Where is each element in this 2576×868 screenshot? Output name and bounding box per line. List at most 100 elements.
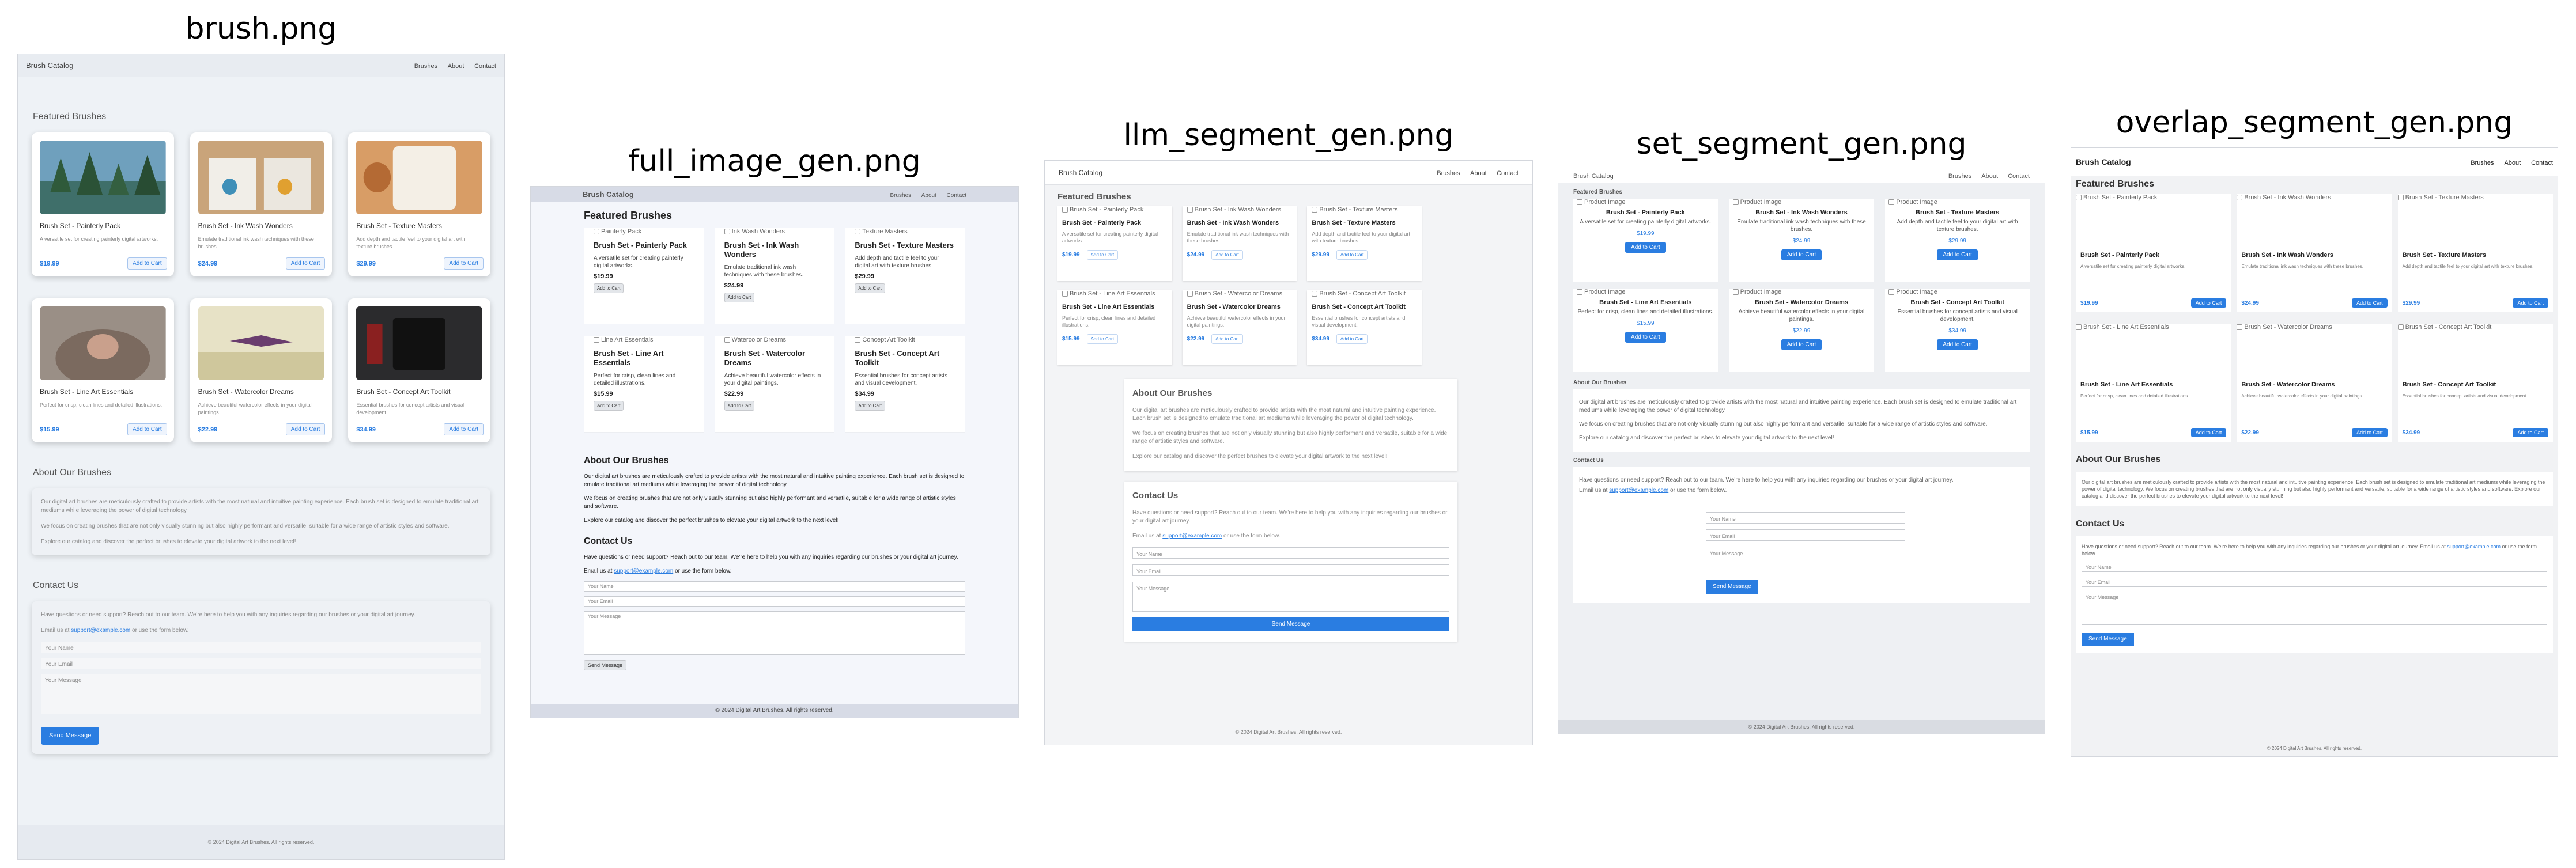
nav-brushes[interactable]: Brushes bbox=[2471, 160, 2494, 166]
add-to-cart-button[interactable]: Add to Cart bbox=[1937, 249, 1978, 260]
message-textarea[interactable]: Your Message bbox=[41, 674, 481, 714]
product-price: $29.99 bbox=[2402, 300, 2420, 306]
message-textarea[interactable]: Your Message bbox=[584, 611, 965, 655]
email-input[interactable]: Your Email bbox=[584, 596, 965, 607]
add-to-cart-button[interactable]: Add to Cart bbox=[2513, 428, 2548, 437]
name-input[interactable]: Your Name bbox=[1132, 547, 1449, 559]
nav-contact[interactable]: Contact bbox=[2531, 160, 2553, 166]
nav-contact[interactable]: Contact bbox=[947, 192, 966, 199]
contact-email-line: Email us at support@example.com or use t… bbox=[584, 568, 732, 574]
add-to-cart-button[interactable]: Add to Cart bbox=[1937, 339, 1978, 350]
nav-about[interactable]: About bbox=[921, 192, 936, 199]
add-to-cart-button[interactable]: Add to Cart bbox=[1086, 334, 1119, 344]
brand-logo[interactable]: Brush Catalog bbox=[2076, 157, 2131, 166]
add-to-cart-button[interactable]: Add to Cart bbox=[285, 257, 326, 270]
product-price: $22.99 bbox=[198, 426, 218, 433]
add-to-cart-button[interactable]: Add to Cart bbox=[1336, 334, 1368, 344]
email-input[interactable]: Your Email bbox=[2082, 577, 2547, 587]
product-price: $34.99 bbox=[356, 426, 376, 433]
product-desc: A versatile set for creating painterly d… bbox=[594, 255, 683, 269]
product-price: $19.99 bbox=[594, 273, 613, 280]
nav-about[interactable]: About bbox=[2504, 160, 2521, 166]
nav-contact[interactable]: Contact bbox=[1497, 170, 1519, 177]
add-to-cart-button[interactable]: Add to Cart bbox=[724, 401, 755, 411]
send-message-button[interactable]: Send Message bbox=[41, 727, 100, 745]
name-input[interactable]: Your Name bbox=[1706, 512, 1905, 524]
nav-about[interactable]: About bbox=[1981, 173, 1998, 180]
email-link[interactable]: support@example.com bbox=[71, 627, 130, 634]
add-to-cart-button[interactable]: Add to Cart bbox=[1625, 242, 1666, 253]
product-card: Product Image Brush Set - Line Art Essent… bbox=[1573, 289, 1718, 372]
nav-brushes[interactable]: Brushes bbox=[1437, 170, 1460, 177]
add-to-cart-button[interactable]: Add to Cart bbox=[594, 283, 624, 293]
message-textarea[interactable]: Your Message bbox=[2082, 592, 2547, 625]
send-message-button[interactable]: Send Message bbox=[1706, 580, 1758, 594]
brand-logo[interactable]: Brush Catalog bbox=[1573, 173, 1614, 180]
add-to-cart-button[interactable]: Add to Cart bbox=[2352, 428, 2388, 437]
send-message-button[interactable]: Send Message bbox=[2082, 633, 2134, 646]
name-input[interactable]: Your Name bbox=[584, 581, 965, 592]
add-to-cart-button[interactable]: Add to Cart bbox=[1781, 249, 1822, 260]
send-message-button[interactable]: Send Message bbox=[584, 660, 627, 670]
product-name: Brush Set - Painterly Pack bbox=[594, 241, 687, 249]
product-grid: Brush Set - Painterly Pack A versatile s… bbox=[18, 132, 504, 442]
nav-brushes[interactable]: Brushes bbox=[414, 63, 437, 70]
product-name: Brush Set - Watercolor Dreams bbox=[724, 349, 806, 367]
email-link[interactable]: support@example.com bbox=[1162, 533, 1222, 539]
brand-logo[interactable]: Brush Catalog bbox=[1059, 169, 1102, 177]
product-desc: A versatile set for creating painterly d… bbox=[40, 236, 158, 242]
add-to-cart-button[interactable]: Add to Cart bbox=[2352, 298, 2388, 308]
broken-image-icon: Brush Set - Ink Wash Wonders bbox=[1187, 206, 1293, 213]
add-to-cart-button[interactable]: Add to Cart bbox=[444, 423, 484, 435]
product-name: Brush Set - Watercolor Dreams bbox=[198, 388, 294, 396]
add-to-cart-button[interactable]: Add to Cart bbox=[127, 423, 167, 435]
product-price: $19.99 bbox=[40, 260, 59, 267]
brand-logo[interactable]: Brush Catalog bbox=[26, 61, 73, 70]
product-name: Brush Set - Watercolor Dreams bbox=[1187, 304, 1281, 310]
email-link[interactable]: support@example.com bbox=[614, 568, 673, 574]
add-to-cart-button[interactable]: Add to Cart bbox=[1211, 250, 1243, 260]
add-to-cart-button[interactable]: Add to Cart bbox=[724, 293, 755, 302]
name-input[interactable]: Your Name bbox=[41, 642, 481, 653]
send-message-button[interactable]: Send Message bbox=[1132, 617, 1449, 631]
nav-brushes[interactable]: Brushes bbox=[1948, 173, 1971, 180]
add-to-cart-button[interactable]: Add to Cart bbox=[855, 401, 885, 411]
add-to-cart-button[interactable]: Add to Cart bbox=[285, 423, 326, 435]
product-image-cat bbox=[40, 306, 166, 387]
name-input[interactable]: Your Name bbox=[2082, 562, 2547, 572]
product-price: $34.99 bbox=[2402, 430, 2420, 436]
nav-contact[interactable]: Contact bbox=[474, 63, 496, 70]
nav-about[interactable]: About bbox=[1470, 170, 1487, 177]
message-textarea[interactable]: Your Message bbox=[1706, 547, 1905, 574]
broken-image-icon: Product Image bbox=[1577, 289, 1714, 295]
add-to-cart-button[interactable]: Add to Cart bbox=[1336, 250, 1368, 260]
add-to-cart-button[interactable]: Add to Cart bbox=[2190, 298, 2227, 308]
nav-contact[interactable]: Contact bbox=[2008, 173, 2030, 180]
nav-about[interactable]: About bbox=[448, 63, 464, 70]
add-to-cart-button[interactable]: Add to Cart bbox=[1086, 250, 1119, 260]
navbar: Brush Catalog Brushes About Contact bbox=[1045, 161, 1532, 185]
product-desc: Perfect for crisp, clean lines and detai… bbox=[1062, 315, 1156, 328]
product-image-device bbox=[356, 306, 482, 380]
add-to-cart-button[interactable]: Add to Cart bbox=[1211, 334, 1243, 344]
nav-brushes[interactable]: Brushes bbox=[890, 192, 911, 199]
email-link[interactable]: support@example.com bbox=[1609, 487, 1668, 494]
message-textarea[interactable]: Your Message bbox=[1132, 582, 1449, 612]
email-input[interactable]: Your Email bbox=[1132, 564, 1449, 576]
add-to-cart-button[interactable]: Add to Cart bbox=[1781, 339, 1822, 350]
email-link[interactable]: support@example.com bbox=[2447, 544, 2501, 549]
add-to-cart-button[interactable]: Add to Cart bbox=[594, 401, 624, 411]
add-to-cart-button[interactable]: Add to Cart bbox=[127, 257, 167, 270]
add-to-cart-button[interactable]: Add to Cart bbox=[2513, 298, 2548, 308]
footer: © 2024 Digital Art Brushes. All rights r… bbox=[531, 704, 1018, 718]
add-to-cart-button[interactable]: Add to Cart bbox=[2190, 428, 2227, 437]
brand-logo[interactable]: Brush Catalog bbox=[583, 190, 634, 199]
email-input[interactable]: Your Email bbox=[1706, 529, 1905, 541]
add-to-cart-button[interactable]: Add to Cart bbox=[1625, 332, 1666, 343]
add-to-cart-button[interactable]: Add to Cart bbox=[444, 257, 484, 270]
product-desc: Perfect for crisp, clean lines and detai… bbox=[1577, 309, 1714, 315]
product-name: Brush Set - Concept Art Toolkit bbox=[1910, 299, 2004, 306]
product-name: Brush Set - Line Art Essentials bbox=[1062, 304, 1155, 310]
email-input[interactable]: Your Email bbox=[41, 658, 481, 669]
add-to-cart-button[interactable]: Add to Cart bbox=[855, 283, 885, 293]
